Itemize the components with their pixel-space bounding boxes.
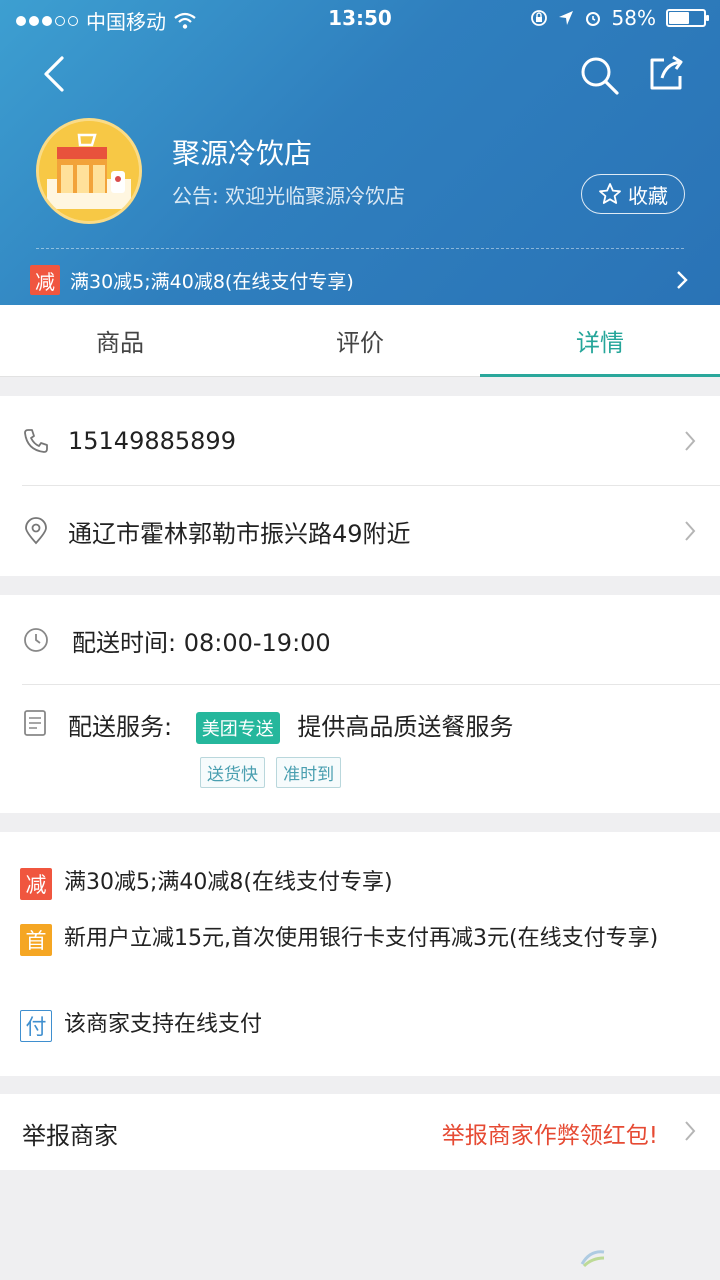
header-promo-bar[interactable]: 减 满30减5;满40减8(在线支付专享) [0, 262, 720, 298]
shop-name: 聚源冷饮店 [172, 137, 313, 170]
status-bar: 中国移动 13:50 58% [0, 0, 720, 38]
header-divider [36, 248, 684, 249]
battery-icon [666, 9, 709, 27]
chevron-right-icon [685, 1121, 696, 1141]
delivery-time-row: 配送时间: 08:00-19:00 [0, 595, 720, 685]
star-icon [599, 183, 621, 204]
tab-reviews[interactable]: 评价 [240, 305, 480, 376]
location-pin-icon [25, 517, 47, 545]
report-hint: 举报商家作弊领红包! [441, 1123, 658, 1149]
header-promo-text: 满30减5;满40减8(在线支付专享) [70, 270, 354, 293]
search-icon[interactable] [578, 54, 620, 96]
shop-notice: 公告: 欢迎光临聚源冷饮店 [172, 184, 406, 208]
report-label: 举报商家 [22, 1122, 118, 1150]
location-arrow-icon [558, 11, 573, 25]
chevron-right-icon [685, 521, 696, 541]
promo-discount-text: 满30减5;满40减8(在线支付专享) [64, 870, 393, 895]
battery-percent: 58% [611, 6, 656, 30]
phone-icon [24, 429, 48, 453]
report-merchant-row[interactable]: 举报商家 举报商家作弊领红包! [0, 1094, 720, 1170]
promo-discount: 减 满30减5;满40减8(在线支付专享) [20, 868, 393, 900]
service-tag-fast: 送货快 [200, 757, 265, 788]
service-label: 配送服务: [68, 713, 173, 741]
favorite-label: 收藏 [628, 183, 668, 208]
storefront-icon [39, 121, 139, 221]
share-icon[interactable] [646, 54, 686, 94]
discount-badge: 减 [30, 265, 60, 295]
chevron-left-icon[interactable] [36, 52, 76, 96]
promo-new-user: 首 新用户立减15元,首次使用银行卡支付再减3元(在线支付专享) [20, 924, 700, 956]
shop-avatar [36, 118, 142, 224]
address-text: 通辽市霍林郭勒市振兴路49附近 [68, 519, 411, 548]
tab-details[interactable]: 详情 [480, 305, 720, 377]
delivery-card: 配送时间: 08:00-19:00 配送服务: 美团专送 提供高品质送餐服务 送… [0, 595, 720, 813]
phone-number: 15149885899 [68, 427, 236, 455]
tab-bar: 商品 评价 详情 [0, 305, 720, 377]
service-tag-ontime: 准时到 [276, 757, 342, 788]
service-description: 提供高品质送餐服务 [297, 713, 514, 741]
tab-goods[interactable]: 商品 [0, 305, 240, 376]
watermark-icon [580, 1250, 605, 1268]
online-pay-badge: 付 [20, 1010, 52, 1042]
alarm-icon [585, 12, 600, 26]
status-right: 58% [530, 6, 709, 30]
favorite-button[interactable]: 收藏 [581, 174, 685, 214]
promo-online-pay: 付 该商家支持在线支付 [20, 1010, 262, 1042]
orientation-lock-icon [530, 10, 547, 26]
watermark-logo [580, 1246, 606, 1268]
chevron-right-icon [685, 431, 696, 451]
service-line: 配送服务: 美团专送 提供高品质送餐服务 [68, 707, 513, 744]
meituan-delivery-tag: 美团专送 [195, 712, 280, 744]
shop-header: 中国移动 13:50 58% 聚源冷饮店 公告: 欢迎光临聚源冷饮店 收藏 减 … [0, 0, 720, 305]
document-icon [24, 710, 46, 736]
battery-fill [669, 12, 689, 24]
address-row[interactable]: 通辽市霍林郭勒市振兴路49附近 [0, 486, 720, 576]
delivery-time: 配送时间: 08:00-19:00 [72, 628, 331, 657]
first-order-badge: 首 [20, 924, 52, 956]
promo-online-pay-text: 该商家支持在线支付 [64, 1012, 263, 1037]
promo-new-user-text: 新用户立减15元,首次使用银行卡支付再减3元(在线支付专享) [64, 926, 659, 951]
contact-card: 15149885899 通辽市霍林郭勒市振兴路49附近 [0, 396, 720, 576]
clock-icon [24, 628, 48, 652]
discount-badge: 减 [20, 868, 52, 900]
phone-row[interactable]: 15149885899 [0, 396, 720, 486]
chevron-right-icon [677, 271, 688, 289]
shop-detail-page: 中国移动 13:50 58% 聚源冷饮店 公告: 欢迎光临聚源冷饮店 收藏 减 … [0, 0, 720, 1280]
delivery-service-row: 配送服务: 美团专送 提供高品质送餐服务 送货快 准时到 [0, 685, 720, 813]
service-tags: 送货快 准时到 [200, 757, 347, 788]
promotions-card: 减 满30减5;满40减8(在线支付专享) 首 新用户立减15元,首次使用银行卡… [0, 832, 720, 1076]
